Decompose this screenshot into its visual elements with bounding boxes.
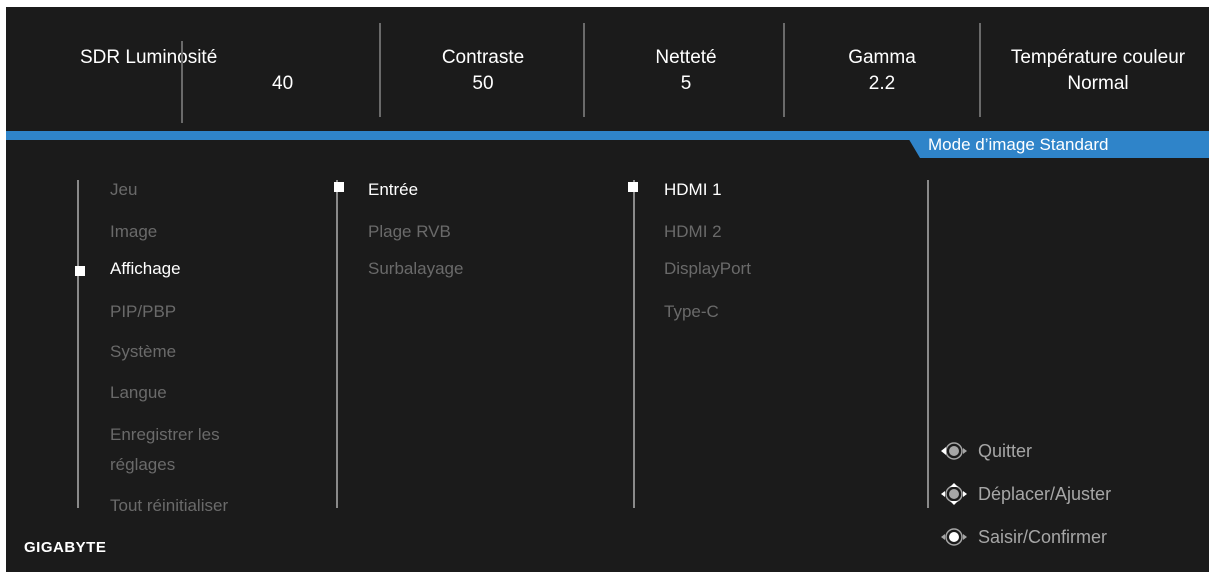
submenu-item-plage-rvb[interactable]: Plage RVB	[368, 222, 451, 242]
contrast-value: 50	[472, 73, 494, 94]
menu-item-enregistrer-line1[interactable]: Enregistrer les	[110, 425, 220, 445]
gamma-label: Gamma	[848, 47, 916, 68]
joystick-updown-icon	[940, 483, 968, 505]
detail-line	[927, 180, 929, 508]
menu-item-jeu[interactable]: Jeu	[110, 180, 137, 200]
brightness-value: 40	[272, 73, 294, 94]
option-hdmi2[interactable]: HDMI 2	[664, 222, 722, 242]
option-type-c[interactable]: Type-C	[664, 302, 719, 322]
menu-item-image[interactable]: Image	[110, 222, 157, 242]
metric-separator	[379, 23, 381, 117]
metric-separator	[979, 23, 981, 117]
osd-screen: SDR Luminosité 40 Contraste 50 Netteté 5…	[6, 7, 1209, 572]
menu-item-affichage[interactable]: Affichage	[110, 259, 181, 279]
submenu-line	[336, 180, 338, 508]
metric-separator	[181, 41, 183, 123]
brand-logo: GIGABYTE	[24, 539, 107, 556]
picture-mode-banner: Mode d’image Standard	[904, 131, 1209, 158]
submenu-item-entree[interactable]: Entrée	[368, 180, 418, 200]
option-displayport[interactable]: DisplayPort	[664, 259, 751, 279]
enter-hint: Saisir/Confirmer	[978, 527, 1108, 547]
options-line	[633, 180, 635, 508]
main-menu-selection-marker	[75, 266, 85, 276]
quit-hint: Quitter	[978, 441, 1033, 461]
menu-item-pip-pbp[interactable]: PIP/PBP	[110, 302, 176, 322]
submenu-item-surbalayage[interactable]: Surbalayage	[368, 259, 463, 279]
options-selection-marker	[628, 182, 638, 192]
main-menu-line	[77, 180, 79, 508]
menu-item-enregistrer-line2[interactable]: réglages	[110, 455, 175, 475]
gamma-value: 2.2	[868, 73, 896, 94]
sharpness-label: Netteté	[655, 47, 717, 68]
joystick-left-icon	[940, 440, 968, 462]
menu-item-langue[interactable]: Langue	[110, 383, 167, 403]
contrast-label: Contraste	[441, 47, 525, 68]
top-metrics-bar: SDR Luminosité 40 Contraste 50 Netteté 5…	[6, 7, 1209, 129]
move-hint: Déplacer/Ajuster	[978, 484, 1112, 504]
picture-mode-text: Mode d’image Standard	[928, 135, 1109, 154]
menu-item-reinitialiser[interactable]: Tout réinitialiser	[110, 496, 228, 516]
metric-separator	[583, 23, 585, 117]
menu-item-systeme[interactable]: Système	[110, 342, 176, 362]
joystick-press-icon	[940, 526, 968, 548]
metric-separator	[783, 23, 785, 117]
brightness-label: SDR Luminosité	[80, 47, 218, 68]
color-temp-value: Normal	[1067, 73, 1129, 94]
sharpness-value: 5	[680, 73, 692, 94]
option-hdmi1[interactable]: HDMI 1	[664, 180, 722, 200]
submenu-selection-marker	[334, 182, 344, 192]
color-temp-label: Température couleur	[1010, 47, 1186, 68]
